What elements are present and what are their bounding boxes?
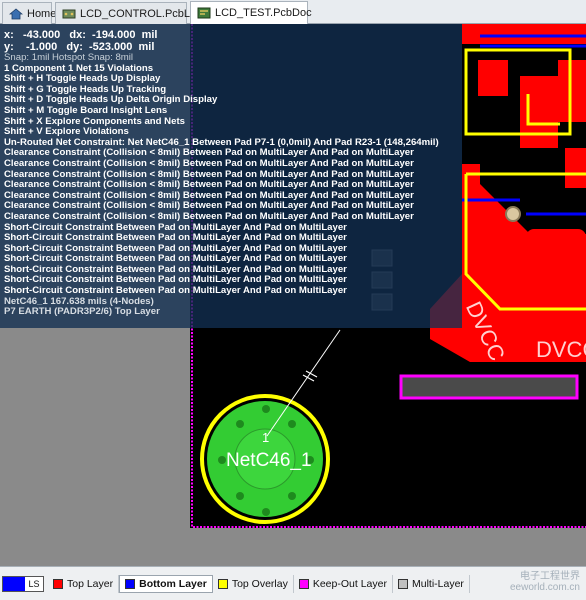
hud-violation: Clearance Constraint (Collision < 8mil) … [4, 169, 414, 180]
hud-summary: 1 Component 1 Net 15 Violations [4, 63, 154, 74]
document-tab-bar: Home LCD_CONTROL.PcbLib LCD_TEST.PcbDoc [0, 0, 586, 24]
tab-lcd-test-label: LCD_TEST.PcbDoc [215, 7, 312, 19]
net-label: NetC46_1 [226, 450, 312, 471]
pad-number-label: 1 [262, 430, 269, 445]
hud-shortcut: Shift + V Explore Violations [4, 127, 129, 138]
layer-tab-label: Keep-Out Layer [312, 577, 387, 590]
watermark-cn: 电子工程世界 [520, 571, 580, 582]
hud-shortcut: Shift + D Toggle Heads Up Delta Origin D… [4, 95, 218, 106]
hud-violation: Short-Circuit Constraint Between Pad on … [4, 233, 347, 244]
hud-violation: Short-Circuit Constraint Between Pad on … [4, 264, 347, 275]
layer-set-label: LS [28, 578, 40, 589]
dvcc-label-2: DVCC [536, 337, 586, 362]
layer-tab-multi-layer[interactable]: Multi-Layer [393, 574, 470, 593]
hud-violation-list: Un-Routed Net Constraint: Net NetC46_1 B… [4, 138, 462, 297]
layer-tab-bottom-layer[interactable]: Bottom Layer [119, 574, 213, 593]
pcblib-icon [62, 7, 76, 21]
hud-violation: Clearance Constraint (Collision < 8mil) … [4, 180, 414, 191]
layer-tab-label: Top Overlay [231, 577, 288, 590]
hud-net-info: NetC46_1 167.638 mils (4-Nodes) [4, 296, 154, 307]
hud-violation: Clearance Constraint (Collision < 8mil) … [4, 201, 414, 212]
via [505, 206, 521, 222]
layer-set-button[interactable]: LS [2, 575, 44, 592]
hud-snap-info: Snap: 1mil Hotspot Snap: 8mil [4, 53, 134, 63]
heads-up-display: x: -43.000 dx: -194.000 mil y: -1.000 dy… [0, 24, 462, 328]
layer-tab-label: Multi-Layer [411, 577, 464, 590]
hud-shortcut: Shift + X Explore Components and Nets [4, 116, 185, 127]
home-icon [8, 7, 24, 21]
hud-violation: Short-Circuit Constraint Between Pad on … [4, 243, 347, 254]
hud-shortcut: Shift + H Toggle Heads Up Display [4, 74, 161, 85]
current-layer-swatch [3, 576, 25, 591]
hud-violation: Short-Circuit Constraint Between Pad on … [4, 275, 347, 286]
layer-tab-label: Top Layer [67, 577, 114, 590]
hud-violation: Clearance Constraint (Collision < 8mil) … [4, 190, 414, 201]
pcbdoc-icon [197, 6, 211, 20]
hud-violation: Un-Routed Net Constraint: Net NetC46_1 B… [4, 137, 439, 148]
site-watermark: 电子工程世界 eeworld.com.cn [510, 571, 580, 593]
multi-layer-swatch [397, 578, 408, 589]
hud-violation: Clearance Constraint (Collision < 8mil) … [4, 211, 414, 222]
bottom-layer-swatch [125, 578, 136, 589]
hud-violation: Short-Circuit Constraint Between Pad on … [4, 254, 347, 265]
pcb-editor-window: Home LCD_CONTROL.PcbLib LCD_TEST.PcbDoc [0, 0, 586, 600]
hud-shortcut: Shift + G Toggle Heads Up Tracking [4, 84, 167, 95]
hud-shortcut-list: Shift + H Toggle Heads Up Display Shift … [4, 74, 462, 138]
layer-tab-keep-out[interactable]: Keep-Out Layer [294, 574, 393, 593]
tab-lcd-control-pcblib[interactable]: LCD_CONTROL.PcbLib [55, 2, 199, 24]
top-overlay-swatch [217, 578, 228, 589]
hud-coord-x: x: -43.000 dx: -194.000 mil [4, 29, 158, 41]
keep-out-swatch [298, 578, 309, 589]
hud-pad-info: P7 EARTH (PADR3P2/6) Top Layer [4, 307, 160, 318]
hud-shortcut: Shift + M Toggle Board Insight Lens [4, 105, 168, 116]
tab-lcd-test-pcbdoc[interactable]: LCD_TEST.PcbDoc [190, 1, 312, 24]
hud-violation: Clearance Constraint (Collision < 8mil) … [4, 158, 414, 169]
layer-tab-bar: LS Top Layer Bottom Layer Top Overlay Ke… [0, 566, 586, 600]
tab-lcd-control-label: LCD_CONTROL.PcbLib [80, 7, 199, 20]
layer-tab-top-layer[interactable]: Top Layer [48, 574, 120, 593]
hud-violation: Clearance Constraint (Collision < 8mil) … [4, 148, 414, 159]
hud-violation: Short-Circuit Constraint Between Pad on … [4, 286, 347, 297]
keep-out-slot [399, 374, 579, 400]
hud-coord-y: y: -1.000 dy: -523.000 mil [4, 40, 155, 53]
tab-home-label: Home [27, 7, 57, 20]
layer-tab-top-overlay[interactable]: Top Overlay [213, 574, 294, 593]
tab-home[interactable]: Home [2, 2, 56, 24]
hud-violation: Short-Circuit Constraint Between Pad on … [4, 222, 347, 233]
layer-tab-label: Bottom Layer [139, 577, 207, 590]
watermark-url: eeworld.com.cn [509, 582, 580, 593]
top-layer-swatch [53, 578, 63, 589]
